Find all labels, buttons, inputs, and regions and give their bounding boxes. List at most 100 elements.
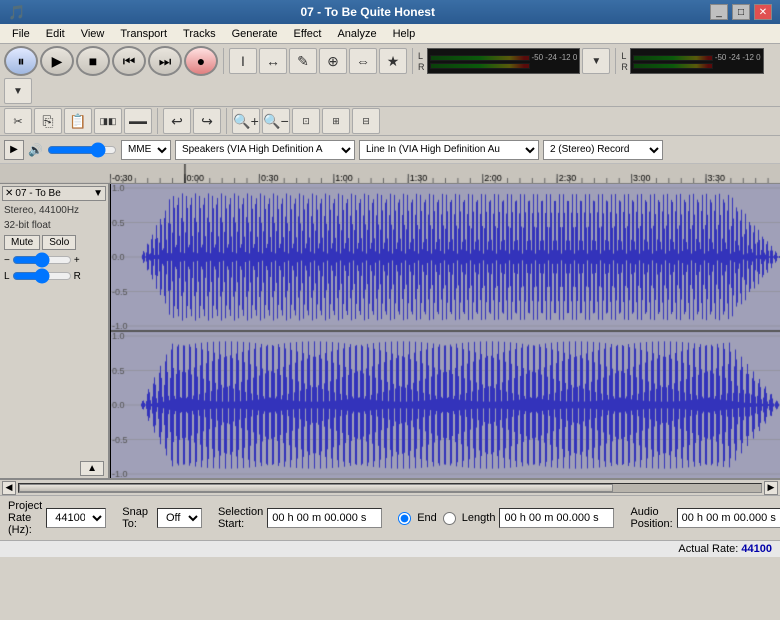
host-select[interactable]: MME <box>121 140 171 160</box>
stop-button[interactable]: ■ <box>76 46 110 76</box>
menu-view[interactable]: View <box>73 26 113 42</box>
selection-start-input[interactable] <box>267 508 382 528</box>
title-bar: 🎵 07 - To Be Quite Honest _ □ ✕ <box>0 0 780 24</box>
track-mute-solo-area: Mute Solo <box>0 233 108 252</box>
volume-icon: 🔊 <box>28 143 43 157</box>
end-radio[interactable] <box>398 512 411 525</box>
output-play-button[interactable]: ▶ <box>4 140 24 160</box>
menu-edit[interactable]: Edit <box>38 26 73 42</box>
fit-selection-button[interactable]: ⊞ <box>322 108 350 134</box>
minimize-button[interactable]: _ <box>710 4 728 20</box>
redo-button[interactable]: ↪ <box>193 108 221 134</box>
silence-button[interactable]: ▬▬ <box>124 108 152 134</box>
playback-cursor <box>110 184 111 478</box>
record-button[interactable]: ● <box>184 46 218 76</box>
status-row-actual-rate: Actual Rate: 44100 <box>0 540 780 557</box>
track-area: ✕ 07 - To Be ▼ Stereo, 44100Hz 32-bit fl… <box>0 184 780 479</box>
length-radio[interactable] <box>443 512 456 525</box>
copy-button[interactable]: ⎘ <box>34 108 62 134</box>
tool-select-button[interactable]: I <box>229 48 257 74</box>
snap-to-field: Snap To: Off <box>122 506 202 530</box>
menu-effect[interactable]: Effect <box>286 26 330 42</box>
record-icon: ● <box>197 53 205 69</box>
end-value-input[interactable] <box>499 508 614 528</box>
record-vu-label: LR <box>621 51 628 72</box>
tool-zoom-button[interactable]: ⊕ <box>319 48 347 74</box>
playback-vu-label: LR <box>418 51 425 72</box>
separator-2 <box>412 48 413 74</box>
menu-analyze[interactable]: Analyze <box>329 26 384 42</box>
zoom-out-button[interactable]: 🔍− <box>262 108 290 134</box>
gain-plus-icon: + <box>74 255 80 266</box>
collapse-button[interactable]: ▲ <box>80 461 104 476</box>
trim-button[interactable]: ◨◧ <box>94 108 122 134</box>
tool-multi-button[interactable]: ★ <box>379 48 407 74</box>
input-device-select[interactable]: Line In (VIA High Definition Au <box>359 140 539 160</box>
separator-3 <box>615 48 616 74</box>
toolbar-devices: ▶ 🔊 MME Speakers (VIA High Definition A … <box>0 136 780 164</box>
zoom-in-button[interactable]: 🔍+ <box>232 108 260 134</box>
menu-transport[interactable]: Transport <box>112 26 175 42</box>
end-length-radio-group: End Length <box>398 512 495 525</box>
status-bar: Project Rate (Hz): 44100 Snap To: Off Se… <box>0 495 780 553</box>
output-volume-slider[interactable] <box>47 144 117 156</box>
scroll-track[interactable] <box>18 483 762 493</box>
prev-icon: ⏮ <box>123 53 136 70</box>
end-radio-label: End <box>417 512 437 524</box>
record-vu-settings-button[interactable]: ▼ <box>4 78 32 104</box>
track-close-btn[interactable]: ✕ <box>5 188 13 199</box>
track-info-bitdepth: 32-bit float <box>0 218 108 233</box>
gain-slider[interactable] <box>12 254 72 266</box>
menu-tracks[interactable]: Tracks <box>175 26 224 42</box>
paste-button[interactable]: 📋 <box>64 108 92 134</box>
vu-settings-button[interactable]: ▼ <box>582 48 610 74</box>
close-button[interactable]: ✕ <box>754 4 772 20</box>
tool-envelope-button[interactable]: ↔ <box>259 48 287 74</box>
pan-L-label: L <box>4 271 10 282</box>
snap-to-label: Snap To: <box>122 506 153 530</box>
prev-button[interactable]: ⏮ <box>112 46 146 76</box>
track-controls-panel: ✕ 07 - To Be ▼ Stereo, 44100Hz 32-bit fl… <box>0 184 110 478</box>
separator-edit-2 <box>226 108 227 134</box>
tool-timeshift-button[interactable]: ⇔ <box>349 48 377 74</box>
audio-position-input[interactable] <box>677 508 780 528</box>
scroll-right-button[interactable]: ▶ <box>764 481 778 495</box>
pan-row: L R <box>0 268 108 284</box>
gain-row: − + <box>0 252 108 268</box>
output-device-select[interactable]: Speakers (VIA High Definition A <box>175 140 355 160</box>
undo-button[interactable]: ↩ <box>163 108 191 134</box>
pan-slider[interactable] <box>12 270 72 282</box>
track-info-stereo: Stereo, 44100Hz <box>0 203 108 218</box>
menu-generate[interactable]: Generate <box>224 26 286 42</box>
cut-button[interactable]: ✂ <box>4 108 32 134</box>
play-button[interactable]: ▶ <box>40 46 74 76</box>
tool-draw-button[interactable]: ✎ <box>289 48 317 74</box>
zoom-toggle-button[interactable]: ⊟ <box>352 108 380 134</box>
menu-file[interactable]: File <box>4 26 38 42</box>
mute-button[interactable]: Mute <box>4 235 40 250</box>
scroll-thumb[interactable] <box>19 484 613 492</box>
waveform-display <box>110 184 780 478</box>
window-title: 07 - To Be Quite Honest <box>25 5 710 19</box>
app-icon: 🎵 <box>8 4 25 21</box>
actual-rate-value: 44100 <box>741 543 772 555</box>
pause-button[interactable]: ⏸ <box>4 46 38 76</box>
audio-position-field: Audio Position: <box>630 506 780 530</box>
timeline-ruler <box>0 164 780 184</box>
horizontal-scrollbar: ◀ ▶ <box>0 479 780 495</box>
solo-button[interactable]: Solo <box>42 235 76 250</box>
snap-to-select[interactable]: Off <box>157 508 202 528</box>
play-icon: ▶ <box>52 53 63 70</box>
menu-help[interactable]: Help <box>385 26 424 42</box>
project-rate-select[interactable]: 44100 <box>46 508 106 528</box>
scroll-left-button[interactable]: ◀ <box>2 481 16 495</box>
end-length-field: End Length <box>398 508 614 528</box>
maximize-button[interactable]: □ <box>732 4 750 20</box>
track-dropdown-btn[interactable]: ▼ <box>93 188 103 199</box>
menu-bar: File Edit View Transport Tracks Generate… <box>0 24 780 44</box>
fit-project-button[interactable]: ⊡ <box>292 108 320 134</box>
status-row-main: Project Rate (Hz): 44100 Snap To: Off Se… <box>0 496 780 540</box>
channel-select[interactable]: 2 (Stereo) Record <box>543 140 663 160</box>
playback-vu-meter: -50 -24 -12 0 <box>427 48 581 74</box>
next-button[interactable]: ⏭ <box>148 46 182 76</box>
